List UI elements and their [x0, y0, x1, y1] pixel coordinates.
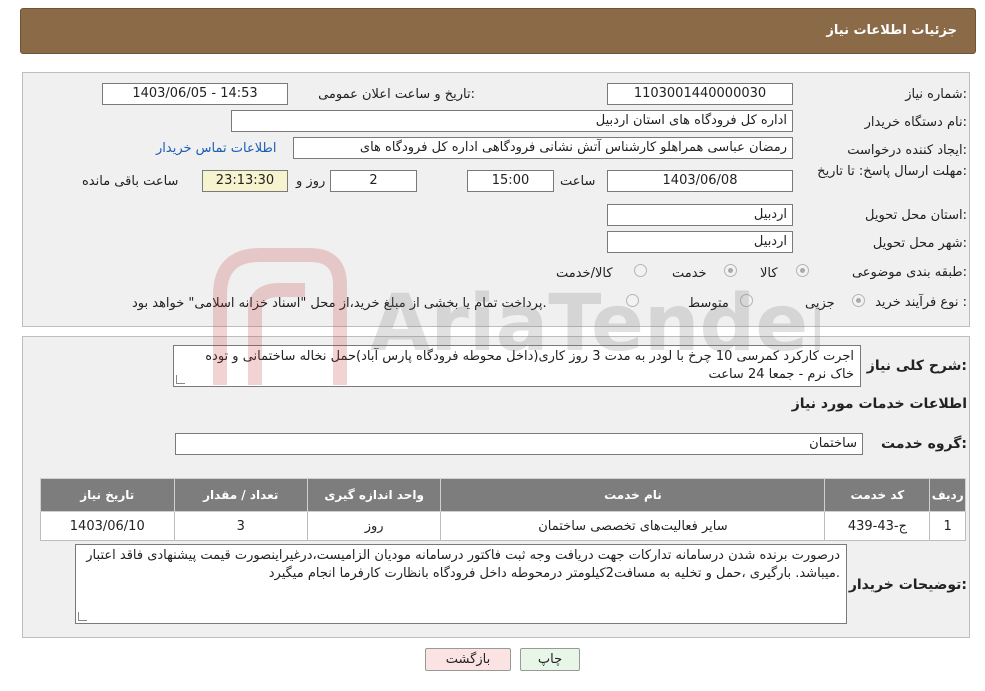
col-quantity: تعداد / مقدار: [173, 478, 308, 512]
col-service-name: نام خدمت: [440, 478, 826, 512]
deadline-label: مهلت ارسال پاسخ: تا تاریخ:: [817, 164, 967, 179]
days-field: 2: [330, 170, 417, 192]
category-option-both: کالا/خدمت: [556, 266, 613, 281]
col-row-number: ردیف: [929, 478, 966, 512]
category-radio-goods[interactable]: [796, 264, 809, 277]
page-title: جزئیات اطلاعات نیاز: [826, 23, 957, 38]
col-service-code: کد خدمت: [824, 478, 931, 512]
deadline-time-field: 15:00: [467, 170, 554, 192]
summary-text: اجرت کارکرد کمرسی 10 چرخ با لودر به مدت …: [205, 349, 854, 382]
buyer-org-field: اداره کل فرودگاه های استان اردبیل: [231, 110, 793, 132]
province-field: اردبیل: [607, 204, 793, 226]
announce-field: 1403/06/05 - 14:53: [102, 83, 288, 105]
print-button[interactable]: چاپ: [520, 648, 580, 671]
announce-label: تاریخ و ساعت اعلان عمومی:: [318, 87, 475, 102]
service-group-label: گروه خدمت:: [881, 436, 967, 452]
cell-unit: روز: [306, 511, 442, 541]
deadline-time-label: ساعت: [560, 174, 596, 189]
cell-need-date: 1403/06/10: [40, 511, 175, 541]
creator-label: ایجاد کننده درخواست:: [847, 143, 967, 158]
back-button[interactable]: بازگشت: [425, 648, 511, 671]
page-header: جزئیات اطلاعات نیاز: [20, 8, 976, 54]
buyer-org-label: نام دستگاه خریدار:: [864, 115, 967, 130]
process-option-medium: متوسط: [688, 296, 729, 311]
category-radio-service[interactable]: [724, 264, 737, 277]
notes-textarea[interactable]: درصورت برنده شدن درسامانه تدارکات جهت در…: [75, 544, 847, 624]
deadline-date-field: 1403/06/08: [607, 170, 793, 192]
col-unit: واحد اندازه گیری: [306, 478, 442, 512]
process-option-minor: جزیی: [805, 296, 835, 311]
payment-radio[interactable]: [626, 294, 639, 307]
services-table: ردیف کد خدمت نام خدمت واحد اندازه گیری ت…: [40, 478, 966, 541]
province-label: استان محل تحویل:: [865, 208, 967, 223]
services-title: اطلاعات خدمات مورد نیاز: [791, 396, 967, 412]
cell-service-name: سایر فعالیت‌های تخصصی ساختمان: [440, 511, 826, 541]
remaining-label: ساعت باقی مانده: [82, 174, 179, 189]
cell-service-code: ج-43-439: [824, 511, 931, 541]
city-label: شهر محل تحویل:: [872, 236, 967, 251]
cell-row-number: 1: [929, 511, 966, 541]
payment-note: پرداخت تمام یا بخشی از مبلغ خرید،از محل …: [132, 296, 547, 311]
process-radio-minor[interactable]: [852, 294, 865, 307]
summary-textarea[interactable]: اجرت کارکرد کمرسی 10 چرخ با لودر به مدت …: [173, 345, 861, 387]
category-option-service: خدمت: [672, 266, 707, 281]
service-group-field: ساختمان: [175, 433, 863, 455]
days-label: روز و: [296, 174, 326, 189]
process-radio-medium[interactable]: [740, 294, 753, 307]
table-row: 1 ج-43-439 سایر فعالیت‌های تخصصی ساختمان…: [40, 511, 966, 541]
city-field: اردبیل: [607, 231, 793, 253]
table-header-row: ردیف کد خدمت نام خدمت واحد اندازه گیری ت…: [40, 478, 966, 512]
category-radio-both[interactable]: [634, 264, 647, 277]
resize-handle-icon[interactable]: [78, 612, 87, 621]
category-label: طبقه بندی موضوعی:: [851, 265, 967, 280]
creator-field: رمضان عباسی همراهلو کارشناس آتش نشانی فر…: [293, 137, 793, 159]
need-number-label: شماره نیاز:: [905, 87, 967, 102]
summary-label: شرح کلی نیاز:: [866, 358, 967, 374]
col-need-date: تاریخ نیاز: [40, 478, 175, 512]
cell-quantity: 3: [173, 511, 308, 541]
category-option-goods: کالا: [760, 266, 778, 281]
remaining-time-field: 23:13:30: [202, 170, 288, 192]
notes-text: درصورت برنده شدن درسامانه تدارکات جهت در…: [86, 548, 840, 581]
need-number-field: 1103001440000030: [607, 83, 793, 105]
buyer-contact-link[interactable]: اطلاعات تماس خریدار: [156, 141, 276, 156]
process-label: نوع فرآیند خرید :: [875, 295, 967, 310]
notes-label: توضیحات خریدار:: [848, 577, 967, 593]
resize-handle-icon[interactable]: [176, 375, 185, 384]
